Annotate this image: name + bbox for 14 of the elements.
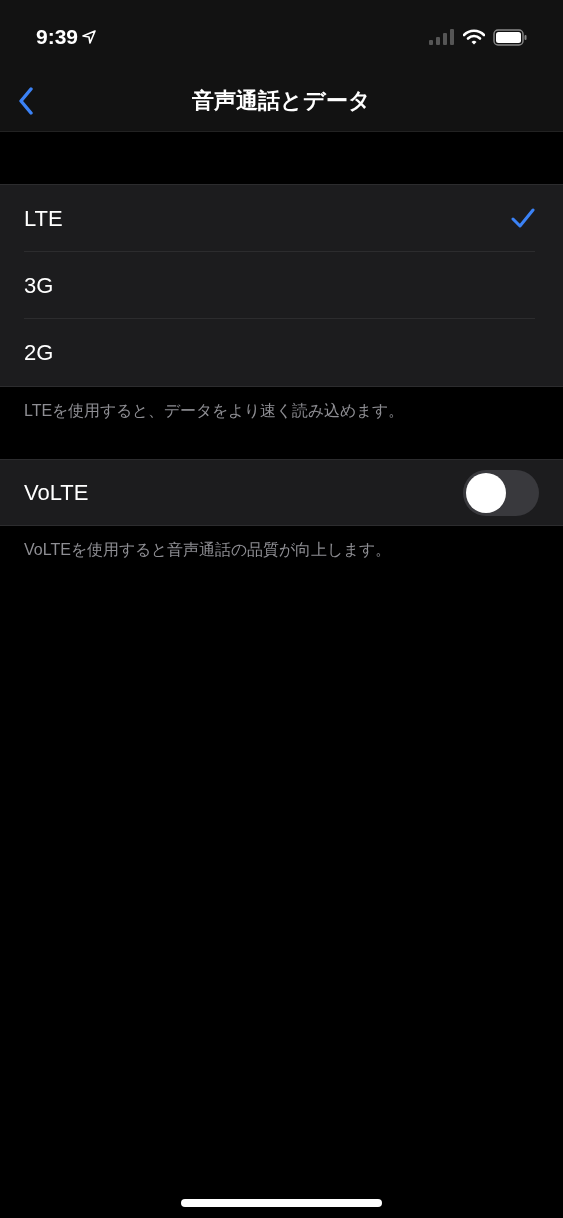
volte-row: VoLTE — [0, 459, 563, 526]
signal-icon — [429, 29, 455, 45]
network-option[interactable]: LTE — [0, 185, 563, 252]
wifi-icon — [463, 29, 485, 45]
status-time: 9:39 — [36, 24, 79, 51]
battery-icon — [493, 28, 527, 46]
network-option[interactable]: 3G — [0, 252, 563, 319]
volte-toggle[interactable] — [463, 469, 539, 516]
chevron-left-icon — [18, 86, 34, 115]
volte-footer: VoLTEを使用すると音声通話の品質が向上します。 — [0, 526, 563, 562]
location-arrow-icon — [82, 30, 97, 44]
nav-title: 音声通話とデータ — [192, 87, 371, 115]
network-option[interactable]: 2G — [0, 319, 563, 386]
network-footer: LTEを使用すると、データをより速く読み込めます。 — [0, 387, 563, 459]
